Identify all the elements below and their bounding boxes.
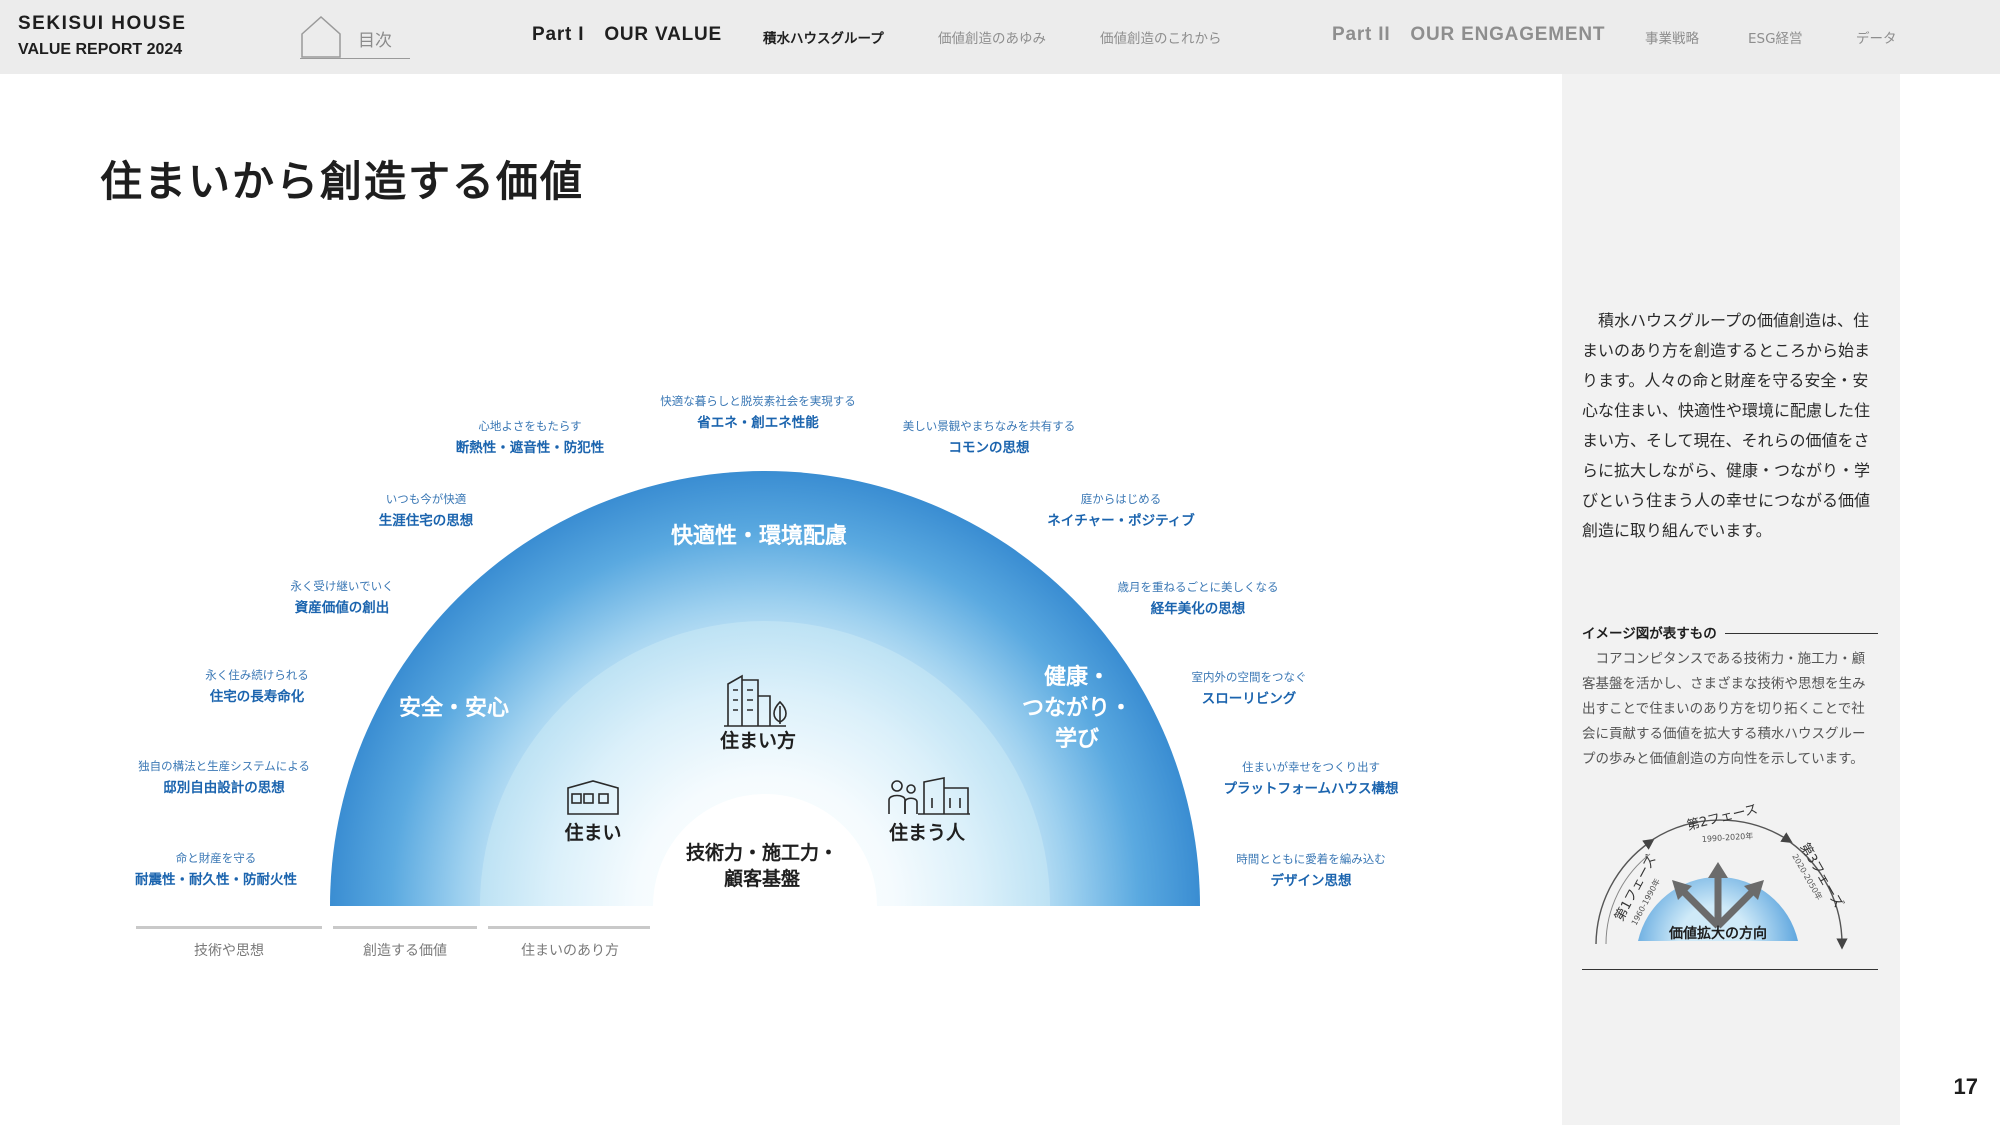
legend-label-tech: 技術や思想: [194, 943, 264, 959]
top-navigation-bar: SEKISUI HOUSE VALUE REPORT 2024 目次 Part …: [0, 0, 2000, 74]
nav-part1-title: OUR VALUE: [604, 24, 723, 45]
annotation-sub: 快適な暮らしと脱炭素社会を実現する: [660, 394, 856, 408]
toc-label: 目次: [358, 31, 392, 51]
nav-item-group[interactable]: 積水ハウスグループ: [763, 27, 884, 47]
annotation-item: 時間とともに愛着を編み込む デザイン思想: [1236, 851, 1386, 891]
annotation-title: 邸別自由設計の思想: [163, 780, 285, 796]
annotation-item: 歳月を重ねるごとに美しくなる 経年美化の思想: [1118, 579, 1279, 619]
legend-label-living: 住まいのあり方: [521, 943, 619, 959]
core-label: 技術力・施工力・ 顧客基盤: [686, 840, 838, 892]
annotation-title: 住宅の長寿命化: [209, 689, 305, 705]
annotation-sub: 時間とともに愛着を編み込む: [1236, 852, 1386, 866]
mini-caption: 価値拡大の方向: [1668, 925, 1767, 942]
report-name: VALUE REPORT 2024: [18, 41, 183, 58]
annotation-sub: いつも今が快適: [385, 492, 467, 506]
annotation-item: いつも今が快適 生涯住宅の思想: [379, 491, 474, 531]
annotation-sub: 永く受け継いでいく: [290, 579, 394, 593]
nav-part1-prefix: Part I: [532, 24, 585, 45]
annotation-title: 省エネ・創エネ性能: [697, 415, 819, 431]
outer-label-health-line: つながり・: [1021, 696, 1133, 721]
page-number: 17: [1953, 1074, 1978, 1099]
nav-item-history[interactable]: 価値創造のあゆみ: [938, 27, 1046, 47]
outer-label-health-line: 健康・: [1043, 665, 1111, 690]
image-meaning-heading-text: イメージ図が表すもの: [1582, 622, 1725, 642]
side-panel: 積水ハウスグループの価値創造は、住まいのあり方を創造するところから始まります。人…: [1562, 74, 1900, 1125]
inner-label-residents: 住まう人: [888, 822, 966, 844]
annotation-item: 永く受け継いでいく 資産価値の創出: [290, 578, 393, 618]
side-description: 積水ハウスグループの価値創造は、住まいのあり方を創造するところから始まります。人…: [1582, 311, 1871, 540]
phase2-years: 1990-2020年: [1701, 830, 1753, 844]
image-meaning-text: コアコンピタンスである技術力・施工力・顧客基盤を活かし、さまざまな技術や思想を生…: [1582, 651, 1866, 767]
core-label-line: 技術力・施工力・: [685, 842, 839, 864]
annotation-title: 断熱性・遮音性・防犯性: [455, 440, 605, 456]
annotation-sub: 庭からはじめる: [1080, 492, 1162, 506]
annotation-title: プラットフォームハウス構想: [1223, 781, 1399, 797]
inner-label-living-style: 住まい方: [719, 730, 797, 752]
legend-bar-value: [333, 926, 477, 929]
phase-mini-diagram: 価値拡大の方向 第1フェーズ 1960-1990年 第2フェーズ 1990-20…: [1595, 804, 1848, 950]
value-creation-diagram: 安全・安心 快適性・環境配慮 健康・ つながり・ 学び 住まい方 住まい 住まう…: [0, 380, 1540, 960]
annotation-title: 耐震性・耐久性・防耐火性: [135, 872, 297, 888]
building-leaf-icon: [724, 674, 787, 727]
annotation-title: ネイチャー・ポジティブ: [1047, 513, 1195, 529]
annotation-item: 永く住み続けられる 住宅の長寿命化: [205, 667, 309, 707]
annotation-title: 生涯住宅の思想: [378, 513, 474, 529]
outer-label-safety: 安全・安心: [398, 696, 510, 721]
outer-label-health-line: 学び: [1054, 727, 1100, 752]
nav-item-strategy[interactable]: 事業戦略: [1645, 27, 1699, 47]
annotation-item: 美しい景観やまちなみを共有する コモンの思想: [903, 418, 1076, 458]
legend-bar-living: [488, 926, 650, 929]
nav-part2-title: OUR ENGAGEMENT: [1410, 24, 1606, 45]
annotation-title: コモンの思想: [948, 440, 1030, 456]
outer-label-comfort: 快適性・環境配慮: [670, 524, 848, 549]
annotation-title: 経年美化の思想: [1150, 601, 1246, 617]
annotation-title: スローリビング: [1201, 691, 1297, 707]
annotation-sub: 住まいが幸せをつくり出す: [1241, 760, 1380, 774]
annotation-item: 室内外の空間をつなぐ スローリビング: [1192, 669, 1307, 709]
side-bottom-rule: [1582, 969, 1878, 970]
annotation-item: 命と財産を守る 耐震性・耐久性・防耐火性: [135, 850, 297, 890]
toc-link[interactable]: 目次: [300, 14, 410, 59]
brand-name: SEKISUI HOUSE: [18, 13, 187, 34]
annotation-item: 心地よさをもたらす 断熱性・遮音性・防犯性: [456, 418, 605, 458]
outer-label-health: 健康・ つながり・ 学び: [1022, 662, 1132, 755]
annotation-sub: 美しい景観やまちなみを共有する: [902, 419, 1076, 433]
annotation-sub: 歳月を重ねるごとに美しくなる: [1117, 580, 1279, 594]
annotation-sub: 心地よさをもたらす: [478, 419, 582, 433]
core-label-line: 顧客基盤: [723, 868, 801, 890]
annotation-item: 快適な暮らしと脱炭素社会を実現する 省エネ・創エネ性能: [660, 393, 856, 433]
annotation-sub: 室内外の空間をつなぐ: [1191, 670, 1307, 684]
annotation-title: 資産価値の創出: [294, 600, 390, 616]
legend-bar-tech: [136, 926, 322, 929]
annotation-sub: 独自の構法と生産システムによる: [138, 759, 310, 773]
image-meaning-heading: イメージ図が表すもの: [1582, 622, 1878, 644]
brand-logo[interactable]: SEKISUI HOUSE VALUE REPORT 2024: [18, 13, 186, 61]
nav-item-esg[interactable]: ESG経営: [1748, 27, 1803, 47]
annotation-sub: 命と財産を守る: [175, 851, 257, 865]
legend-label-value: 創造する価値: [363, 943, 447, 959]
phase2-label: 第2フェーズ: [1685, 804, 1759, 834]
annotation-title: デザイン思想: [1270, 873, 1352, 889]
nav-item-data[interactable]: データ: [1856, 27, 1897, 47]
annotation-item: 庭からはじめる ネイチャー・ポジティブ: [1047, 491, 1195, 531]
nav-part2-prefix: Part II: [1332, 24, 1391, 45]
house-icon: [567, 780, 619, 815]
annotation-sub: 永く住み続けられる: [205, 668, 309, 682]
annotation-item: 住まいが幸せをつくり出す プラットフォームハウス構想: [1223, 759, 1398, 799]
nav-part1[interactable]: Part I OUR VALUE: [532, 24, 722, 46]
inner-label-house: 住まい: [564, 822, 622, 844]
annotation-item: 独自の構法と生産システムによる 邸別自由設計の思想: [138, 758, 310, 798]
page-title: 住まいから創造する価値: [100, 157, 585, 206]
home-icon: [301, 15, 341, 58]
family-house-icon: [888, 777, 970, 815]
nav-item-future[interactable]: 価値創造のこれから: [1100, 27, 1222, 47]
nav-part2[interactable]: Part II OUR ENGAGEMENT: [1332, 24, 1605, 46]
